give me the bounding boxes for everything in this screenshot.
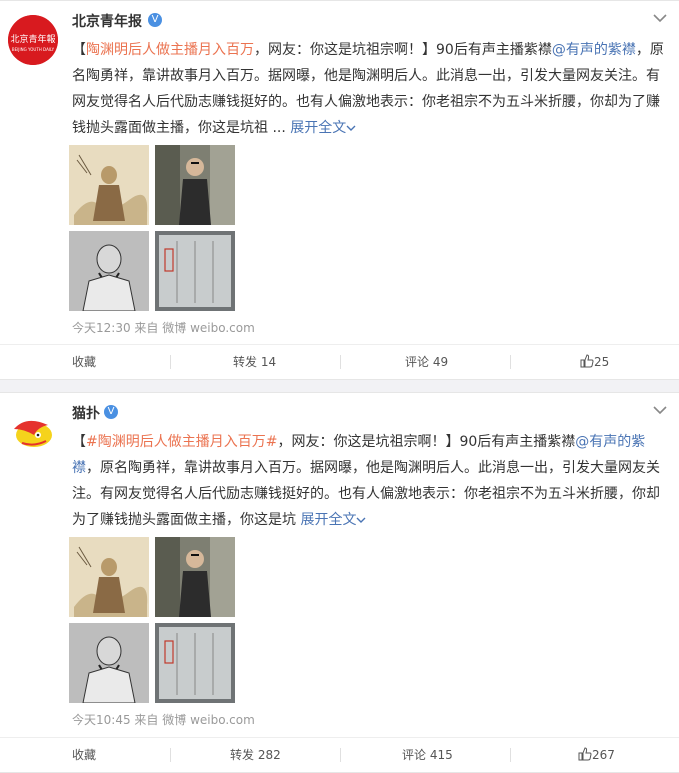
source-prefix: 来自 bbox=[134, 321, 159, 335]
post-text: 【#陶渊明后人做主播月入百万#，网友：你这是坑祖宗啊！】90后有声主播紫襟@有声… bbox=[72, 429, 668, 533]
post-time[interactable]: 今天10:45 bbox=[72, 713, 131, 727]
chevron-down-icon[interactable] bbox=[653, 405, 667, 415]
like-count: 25 bbox=[594, 355, 610, 369]
post-meta: 今天10:45 来自 微博 weibo.com bbox=[72, 711, 255, 728]
bracket-open: 【 bbox=[72, 42, 86, 58]
post-meta: 今天12:30 来自 微博 weibo.com bbox=[72, 319, 255, 336]
weibo-post-2: 猫扑 V 【#陶渊明后人做主播月入百万#，网友：你这是坑祖宗啊！】90后有声主播… bbox=[0, 392, 679, 773]
divider bbox=[510, 355, 511, 369]
repost-button[interactable]: 转发 14 bbox=[233, 345, 276, 379]
thumbnail-painting[interactable] bbox=[69, 537, 149, 617]
thumbnail-document[interactable] bbox=[155, 231, 235, 311]
divider bbox=[170, 355, 171, 369]
thumbnail-portrait-sketch[interactable] bbox=[69, 623, 149, 703]
author-name[interactable]: 猫扑 bbox=[72, 403, 100, 423]
thumbnail-portrait-sketch[interactable] bbox=[69, 231, 149, 311]
expand-chevron-icon[interactable] bbox=[346, 124, 356, 132]
post-text-segment: ，网友：你这是坑祖宗啊！】90后有声主播紫襟 bbox=[254, 42, 552, 58]
action-bar: 收藏 转发 282 评论 415 267 bbox=[0, 737, 679, 772]
weibo-post-1: 北京青年報 BEIJING YOUTH DAILY 北京青年报 V 【陶渊明后人… bbox=[0, 0, 679, 380]
expand-full-text-link[interactable]: 展开全文 bbox=[290, 120, 346, 136]
like-count: 267 bbox=[592, 748, 615, 762]
thumbnail-man-photo[interactable] bbox=[155, 537, 235, 617]
svg-text:BEIJING YOUTH DAILY: BEIJING YOUTH DAILY bbox=[12, 47, 55, 52]
divider bbox=[170, 748, 171, 762]
author-avatar[interactable]: 北京青年報 BEIJING YOUTH DAILY bbox=[8, 15, 58, 65]
bracket-open: 【 bbox=[72, 434, 86, 450]
thumbnail-painting[interactable] bbox=[69, 145, 149, 225]
repost-button[interactable]: 转发 282 bbox=[230, 738, 281, 772]
post-text: 【陶渊明后人做主播月入百万，网友：你这是坑祖宗啊！】90后有声主播紫襟@有声的紫… bbox=[72, 37, 668, 141]
divider bbox=[340, 748, 341, 762]
thumbs-up-icon bbox=[578, 747, 592, 761]
post-source[interactable]: 微博 weibo.com bbox=[162, 713, 255, 727]
like-button[interactable]: 267 bbox=[578, 738, 615, 772]
post-time[interactable]: 今天12:30 bbox=[72, 321, 131, 335]
author-avatar[interactable] bbox=[8, 407, 58, 457]
bjyouth-logo: 北京青年報 BEIJING YOUTH DAILY bbox=[8, 15, 58, 65]
divider bbox=[510, 748, 511, 762]
mention-link[interactable]: @有声的紫襟 bbox=[552, 42, 636, 58]
topic-link[interactable]: 陶渊明后人做主播月入百万 bbox=[86, 42, 254, 58]
ellipsis: ... bbox=[268, 120, 291, 136]
like-button[interactable]: 25 bbox=[580, 345, 609, 379]
expand-full-text-link[interactable]: 展开全文 bbox=[300, 512, 356, 528]
thumbs-up-icon bbox=[580, 354, 594, 368]
post-source[interactable]: 微博 weibo.com bbox=[162, 321, 255, 335]
comment-button[interactable]: 评论 415 bbox=[402, 738, 453, 772]
verified-icon: V bbox=[148, 13, 162, 27]
comment-button[interactable]: 评论 49 bbox=[405, 345, 448, 379]
divider bbox=[340, 355, 341, 369]
chevron-down-icon[interactable] bbox=[653, 13, 667, 23]
topic-link[interactable]: #陶渊明后人做主播月入百万# bbox=[86, 434, 277, 450]
favorite-button[interactable]: 收藏 bbox=[72, 345, 96, 379]
thumbnail-document[interactable] bbox=[155, 623, 235, 703]
post-text-segment: ，网友：你这是坑祖宗啊！】90后有声主播紫襟 bbox=[277, 434, 576, 450]
favorite-button[interactable]: 收藏 bbox=[72, 738, 96, 772]
source-prefix: 来自 bbox=[134, 713, 159, 727]
action-bar: 收藏 转发 14 评论 49 25 bbox=[0, 344, 679, 379]
verified-icon: V bbox=[104, 405, 118, 419]
thumbnail-man-photo[interactable] bbox=[155, 145, 235, 225]
svg-text:北京青年報: 北京青年報 bbox=[10, 33, 55, 45]
author-name[interactable]: 北京青年报 bbox=[72, 11, 142, 31]
expand-chevron-icon[interactable] bbox=[356, 516, 366, 524]
mop-logo bbox=[8, 407, 58, 457]
